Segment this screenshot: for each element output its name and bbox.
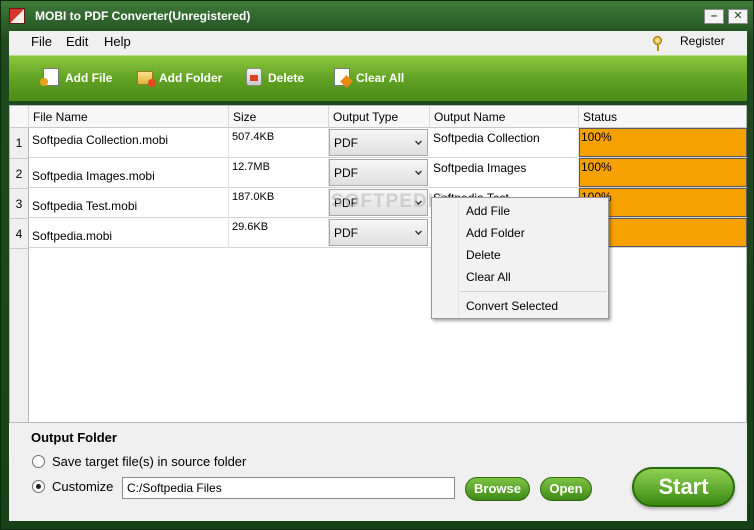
app-window: MOBI to PDF Converter(Unregistered) – ✕ …	[0, 0, 754, 530]
menu-file[interactable]: File	[31, 34, 52, 49]
cell-size: 507.4KB	[229, 128, 329, 158]
close-window-button[interactable]: ✕	[728, 9, 748, 24]
ctx-delete[interactable]: Delete	[466, 248, 501, 262]
open-button[interactable]: Open	[540, 477, 592, 501]
radio-source-folder[interactable]	[32, 455, 45, 468]
row-number[interactable]: 2	[10, 159, 29, 189]
clear-all-label: Clear All	[356, 71, 405, 85]
cell-file-name: Softpedia Images.mobi	[29, 158, 229, 188]
clear-all-icon	[334, 68, 350, 86]
header-status[interactable]: Status	[579, 106, 746, 128]
header-output-name[interactable]: Output Name	[430, 106, 579, 128]
key-icon	[653, 36, 662, 51]
cell-size: 29.6KB	[229, 218, 329, 248]
table-row[interactable]: Softpedia Images.mobi 12.7MB PDF Softped…	[29, 158, 747, 188]
output-path-input[interactable]	[122, 477, 455, 499]
cell-output-name: Softpedia Collection	[430, 128, 579, 158]
ctx-add-folder[interactable]: Add Folder	[466, 226, 525, 240]
ctx-convert-selected[interactable]: Convert Selected	[466, 299, 558, 313]
output-type-select[interactable]: PDF	[329, 219, 428, 246]
menu-help[interactable]: Help	[104, 34, 131, 49]
cell-size: 187.0KB	[229, 188, 329, 218]
status-cell: 100%	[579, 128, 747, 157]
app-logo-icon	[9, 8, 25, 24]
minimize-button[interactable]: –	[704, 9, 724, 24]
delete-icon	[246, 68, 262, 86]
cell-output-name: Softpedia Images	[430, 158, 579, 188]
menu-bar: File Edit Help Register	[9, 31, 747, 55]
output-type-value: PDF	[334, 136, 358, 150]
table-header: File Name Size Output Type Output Name S…	[10, 106, 746, 128]
output-folder-title: Output Folder	[31, 430, 117, 445]
header-file-name[interactable]: File Name	[29, 106, 229, 128]
toolbar: Add File Add Folder Delete Clear All	[9, 55, 747, 101]
add-folder-icon	[137, 71, 156, 87]
title-bar[interactable]: MOBI to PDF Converter(Unregistered) – ✕	[1, 1, 753, 31]
browse-button[interactable]: Browse	[465, 477, 530, 501]
table-row[interactable]: Softpedia.mobi 29.6KB PDF	[29, 218, 747, 248]
header-output-type[interactable]: Output Type	[329, 106, 430, 128]
chevron-down-icon	[415, 228, 422, 235]
cell-size: 12.7MB	[229, 158, 329, 188]
cell-file-name: Softpedia Test.mobi	[29, 188, 229, 218]
window-title: MOBI to PDF Converter(Unregistered)	[35, 9, 251, 23]
add-folder-label: Add Folder	[159, 71, 223, 85]
radio-customize-label[interactable]: Customize	[52, 479, 113, 494]
chevron-down-icon	[415, 138, 422, 145]
output-type-select[interactable]: PDF	[329, 159, 428, 186]
ctx-clear-all[interactable]: Clear All	[466, 270, 511, 284]
cell-file-name: Softpedia Collection.mobi	[29, 128, 229, 158]
context-menu: Add File Add Folder Delete Clear All Con…	[431, 197, 609, 319]
menu-separator	[460, 291, 606, 292]
file-table: File Name Size Output Type Output Name S…	[9, 105, 747, 423]
delete-label: Delete	[268, 71, 305, 85]
chevron-down-icon	[415, 168, 422, 175]
table-row[interactable]: Softpedia Collection.mobi 507.4KB PDF So…	[29, 128, 747, 158]
radio-customize[interactable]	[32, 480, 45, 493]
header-corner	[10, 106, 29, 128]
register-label: Register	[680, 34, 725, 48]
output-panel: Output Folder Save target file(s) in sou…	[9, 423, 747, 521]
add-file-icon	[40, 68, 59, 86]
status-cell: 100%	[579, 158, 747, 187]
header-size[interactable]: Size	[229, 106, 329, 128]
row-number[interactable]: 4	[10, 219, 29, 249]
menu-gutter	[458, 200, 459, 316]
output-type-value: PDF	[334, 166, 358, 180]
ctx-add-file[interactable]: Add File	[466, 204, 510, 218]
output-type-select[interactable]: PDF	[329, 129, 428, 156]
row-number[interactable]: 1	[10, 128, 29, 159]
add-file-label: Add File	[65, 71, 113, 85]
radio-source-label[interactable]: Save target file(s) in source folder	[52, 454, 246, 469]
menu-edit[interactable]: Edit	[66, 34, 88, 49]
start-button[interactable]: Start	[632, 467, 735, 507]
row-number[interactable]: 3	[10, 189, 29, 219]
output-type-value: PDF	[334, 226, 358, 240]
cell-file-name: Softpedia.mobi	[29, 218, 229, 248]
